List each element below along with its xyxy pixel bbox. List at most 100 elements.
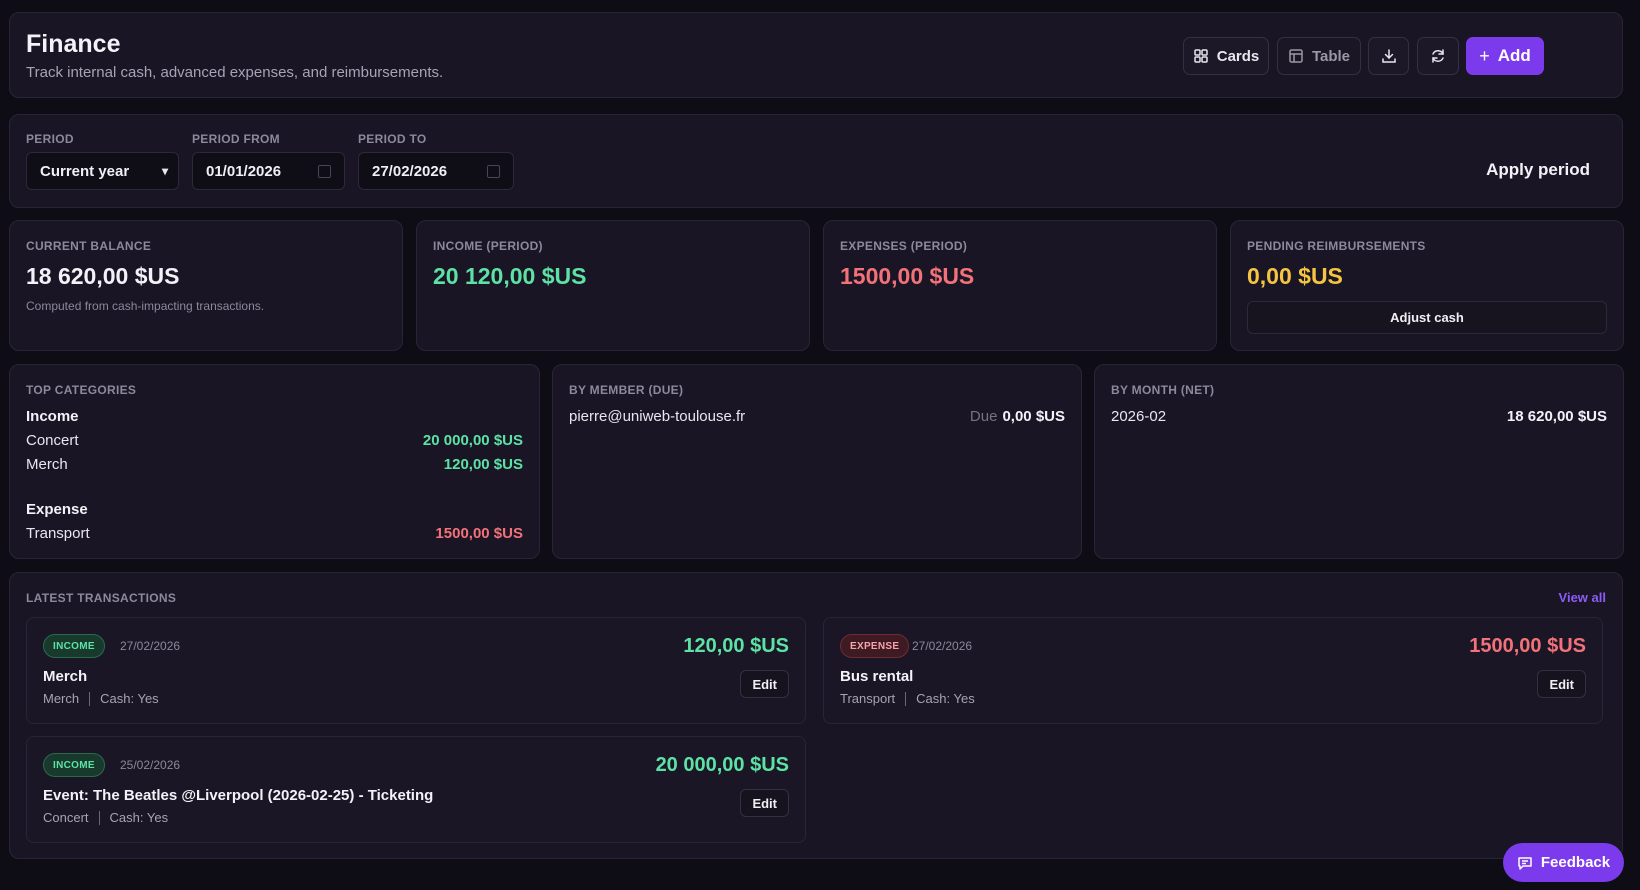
download-button[interactable]	[1368, 37, 1409, 75]
add-button[interactable]: + Add	[1466, 37, 1544, 75]
page-subtitle: Track internal cash, advanced expenses, …	[26, 64, 444, 81]
page-title: Finance	[26, 30, 121, 58]
period-to-value: 27/02/2026	[372, 162, 448, 180]
expenses-period-card: EXPENSES (PERIOD) 1500,00 $US	[823, 220, 1217, 351]
meta-divider	[89, 691, 91, 706]
top-categories-panel: TOP CATEGORIES Income Concert 20 000,00 …	[9, 364, 540, 559]
category-name: Merch	[26, 455, 68, 473]
member-row: pierre@uniweb-toulouse.fr Due 0,00 $US	[569, 405, 1065, 427]
edit-transaction-button[interactable]: Edit	[740, 670, 789, 698]
income-group-heading: Income	[26, 405, 523, 427]
transaction-amount: 120,00 $US	[683, 635, 789, 657]
by-month-panel: BY MONTH (NET) 2026-02 18 620,00 $US	[1094, 364, 1624, 559]
grid-icon	[1193, 49, 1208, 63]
edit-transaction-button[interactable]: Edit	[740, 789, 789, 817]
income-period-card: INCOME (PERIOD) 20 120,00 $US	[416, 220, 810, 351]
edit-transaction-button[interactable]: Edit	[1537, 670, 1586, 698]
transaction-cash: Cash: Yes	[109, 810, 169, 825]
transaction-card[interactable]: EXPENSE 27/02/2026 1500,00 $US Bus renta…	[823, 617, 1603, 724]
feedback-label: Feedback	[1540, 854, 1611, 871]
category-row: Merch 120,00 $US	[26, 453, 523, 475]
pending-reimbursements-card: PENDING REIMBURSEMENTS 0,00 $US Adjust c…	[1230, 220, 1624, 351]
page-header: Finance Track internal cash, advanced ex…	[9, 12, 1623, 98]
current-balance-note: Computed from cash-impacting transaction…	[26, 299, 265, 313]
expenses-period-label: EXPENSES (PERIOD)	[840, 239, 968, 253]
period-select-value: Current year	[40, 162, 130, 180]
transaction-title: Bus rental	[840, 668, 914, 685]
due-label: Due	[969, 407, 998, 425]
transaction-cash: Cash: Yes	[100, 691, 159, 706]
month-net-value: 18 620,00 $US	[1506, 407, 1607, 425]
transaction-type-badge: INCOME	[43, 753, 105, 777]
chevron-down-icon: ▾	[161, 164, 168, 178]
table-view-label: Table	[1311, 47, 1351, 65]
income-heading-text: Income	[26, 407, 79, 425]
period-filter: PERIOD Current year ▾ PERIOD FROM 01/01/…	[9, 114, 1623, 208]
transaction-cash: Cash: Yes	[916, 691, 975, 706]
category-value: 20 000,00 $US	[422, 431, 523, 449]
transaction-meta: Merch Cash: Yes	[43, 691, 159, 706]
calendar-icon[interactable]	[318, 165, 331, 178]
period-label: PERIOD	[26, 132, 74, 146]
category-row: Concert 20 000,00 $US	[26, 429, 523, 451]
period-from-value: 01/01/2026	[206, 162, 282, 180]
meta-divider	[905, 691, 907, 706]
transaction-type-badge: EXPENSE	[840, 634, 910, 658]
refresh-icon	[1432, 49, 1444, 63]
transaction-date: 27/02/2026	[120, 639, 181, 653]
transaction-title: Event: The Beatles @Liverpool (2026-02-2…	[43, 787, 434, 804]
category-name: Transport	[26, 524, 90, 542]
refresh-button[interactable]	[1417, 37, 1459, 75]
transaction-title: Merch	[43, 668, 88, 685]
category-name: Concert	[26, 431, 79, 449]
transaction-card[interactable]: INCOME 25/02/2026 20 000,00 $US Event: T…	[26, 736, 806, 843]
transaction-meta: Concert Cash: Yes	[43, 810, 168, 825]
transaction-date: 25/02/2026	[120, 758, 181, 772]
apply-period-button[interactable]: Apply period	[1486, 160, 1590, 180]
expense-heading-text: Expense	[26, 500, 88, 518]
current-balance-card: CURRENT BALANCE 18 620,00 $US Computed f…	[9, 220, 403, 351]
expense-group-heading: Expense	[26, 498, 523, 520]
category-value: 1500,00 $US	[435, 524, 523, 542]
adjust-cash-button[interactable]: Adjust cash	[1247, 301, 1607, 334]
table-view-button[interactable]: Table	[1277, 37, 1361, 75]
period-to-input[interactable]: 27/02/2026	[358, 152, 514, 190]
transaction-amount: 1500,00 $US	[1469, 635, 1586, 657]
income-period-label: INCOME (PERIOD)	[433, 239, 543, 253]
income-period-value: 20 120,00 $US	[433, 263, 587, 289]
by-member-label: BY MEMBER (DUE)	[569, 383, 684, 397]
category-row: Transport 1500,00 $US	[26, 522, 523, 544]
top-categories-label: TOP CATEGORIES	[26, 383, 137, 397]
transaction-amount: 20 000,00 $US	[655, 754, 789, 776]
message-icon	[1518, 856, 1532, 870]
expenses-period-value: 1500,00 $US	[840, 263, 975, 289]
cards-view-button[interactable]: Cards	[1183, 37, 1269, 75]
month-name: 2026-02	[1111, 407, 1167, 425]
plus-icon: +	[1479, 45, 1490, 66]
transaction-meta: Transport Cash: Yes	[840, 691, 975, 706]
view-all-link[interactable]: View all	[1559, 590, 1606, 605]
transaction-category: Transport	[840, 691, 896, 706]
current-balance-value: 18 620,00 $US	[26, 263, 180, 289]
transaction-category: Merch	[43, 691, 80, 706]
table-icon	[1289, 49, 1303, 63]
transaction-type-badge: INCOME	[43, 634, 105, 658]
pending-reimbursements-value: 0,00 $US	[1247, 263, 1343, 289]
cards-view-label: Cards	[1216, 47, 1260, 65]
meta-divider	[98, 810, 100, 825]
member-email: pierre@uniweb-toulouse.fr	[569, 407, 746, 425]
period-from-label: PERIOD FROM	[192, 132, 280, 146]
latest-transactions-panel: LATEST TRANSACTIONS View all INCOME 27/0…	[9, 572, 1623, 859]
period-from-input[interactable]: 01/01/2026	[192, 152, 345, 190]
category-value: 120,00 $US	[443, 455, 523, 473]
month-row: 2026-02 18 620,00 $US	[1111, 405, 1607, 427]
current-balance-label: CURRENT BALANCE	[26, 239, 152, 253]
transaction-category: Concert	[43, 810, 89, 825]
period-select[interactable]: Current year ▾	[26, 152, 179, 190]
transaction-card[interactable]: INCOME 27/02/2026 120,00 $US Merch Merch…	[26, 617, 806, 724]
pending-reimbursements-label: PENDING REIMBURSEMENTS	[1247, 239, 1426, 253]
latest-transactions-label: LATEST TRANSACTIONS	[26, 591, 177, 605]
calendar-icon[interactable]	[487, 165, 500, 178]
by-member-panel: BY MEMBER (DUE) pierre@uniweb-toulouse.f…	[552, 364, 1082, 559]
feedback-button[interactable]: Feedback	[1503, 843, 1624, 882]
